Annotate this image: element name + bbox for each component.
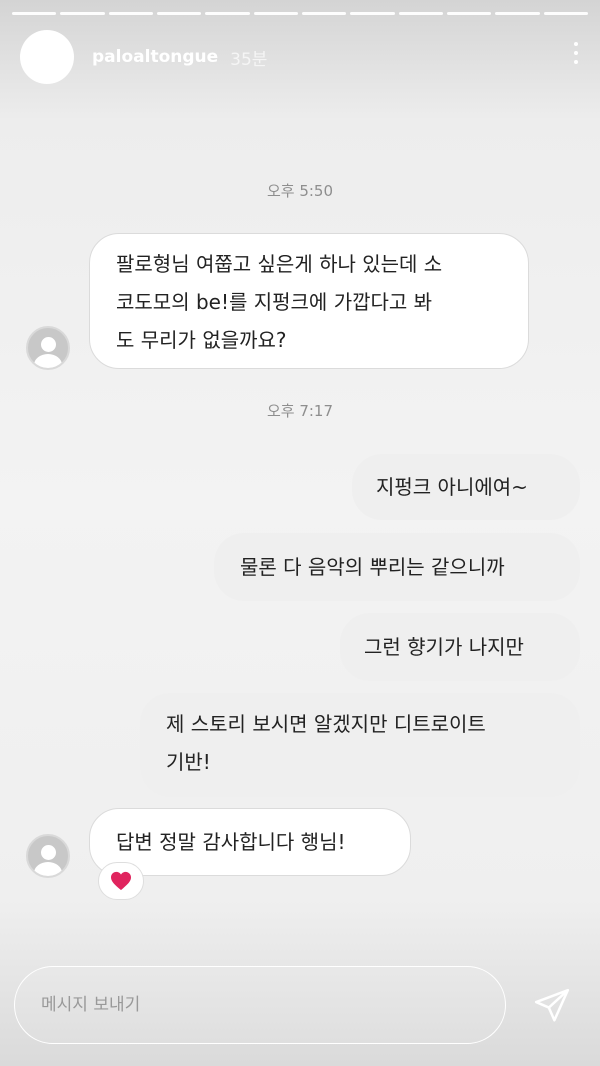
message-line: 코도모의 be!를 지펑크에 가깝다고 봐 [116,290,433,314]
profile-avatar[interactable] [20,30,74,84]
message-timestamp: 오후 7:17 [266,402,334,420]
outgoing-message: 제 스토리 보시면 알겠지만 디트로이트 기반! [140,693,580,797]
progress-segment [301,12,347,15]
story-progress-bar [12,12,588,15]
message-line: 제 스토리 보시면 알겠지만 디트로이트 [166,712,486,736]
progress-segment [398,12,443,15]
message-line: 팔로형님 여쭙고 싶은게 하나 있는데 소 [116,252,443,276]
sender-avatar[interactable] [26,326,70,370]
outgoing-message: 그런 향기가 나지만 [340,613,580,681]
progress-segment [253,12,298,15]
incoming-message: 팔로형님 여쭙고 싶은게 하나 있는데 소 코도모의 be!를 지펑크에 가깝다… [89,233,529,369]
message-line: 기반! [166,750,211,774]
message-input[interactable] [41,989,481,1021]
outgoing-message: 지펑크 아니에여~ [352,454,580,520]
username[interactable]: paloaltongue [92,47,218,67]
message-text: 그런 향기가 나지만 [364,635,524,659]
story-header: paloaltongue 35분 [20,30,580,84]
send-button[interactable] [528,982,576,1030]
sender-avatar[interactable] [26,834,70,878]
progress-segment [60,12,105,15]
progress-segment [495,12,540,15]
more-vertical-icon[interactable] [574,42,578,64]
outgoing-message: 물론 다 음악의 뿌리는 같으니까 [214,533,580,601]
send-icon [534,988,570,1022]
progress-segment [205,12,250,15]
heart-reaction[interactable] [98,862,144,900]
progress-segment [12,12,57,15]
message-composer [14,966,506,1044]
message-timestamp: 오후 5:50 [266,182,334,200]
progress-segment [446,12,492,15]
post-time: 35분 [230,49,268,70]
message-text: 물론 다 음악의 뿌리는 같으니까 [240,555,505,579]
progress-segment [156,12,202,15]
heart-icon [111,871,131,891]
message-line: 도 무리가 없을까요? [116,328,287,352]
message-text: 지펑크 아니에여~ [376,475,528,499]
progress-segment [108,12,153,15]
progress-segment [543,12,588,15]
message-text: 답변 정말 감사합니다 행님! [116,830,346,854]
progress-segment [350,12,395,15]
